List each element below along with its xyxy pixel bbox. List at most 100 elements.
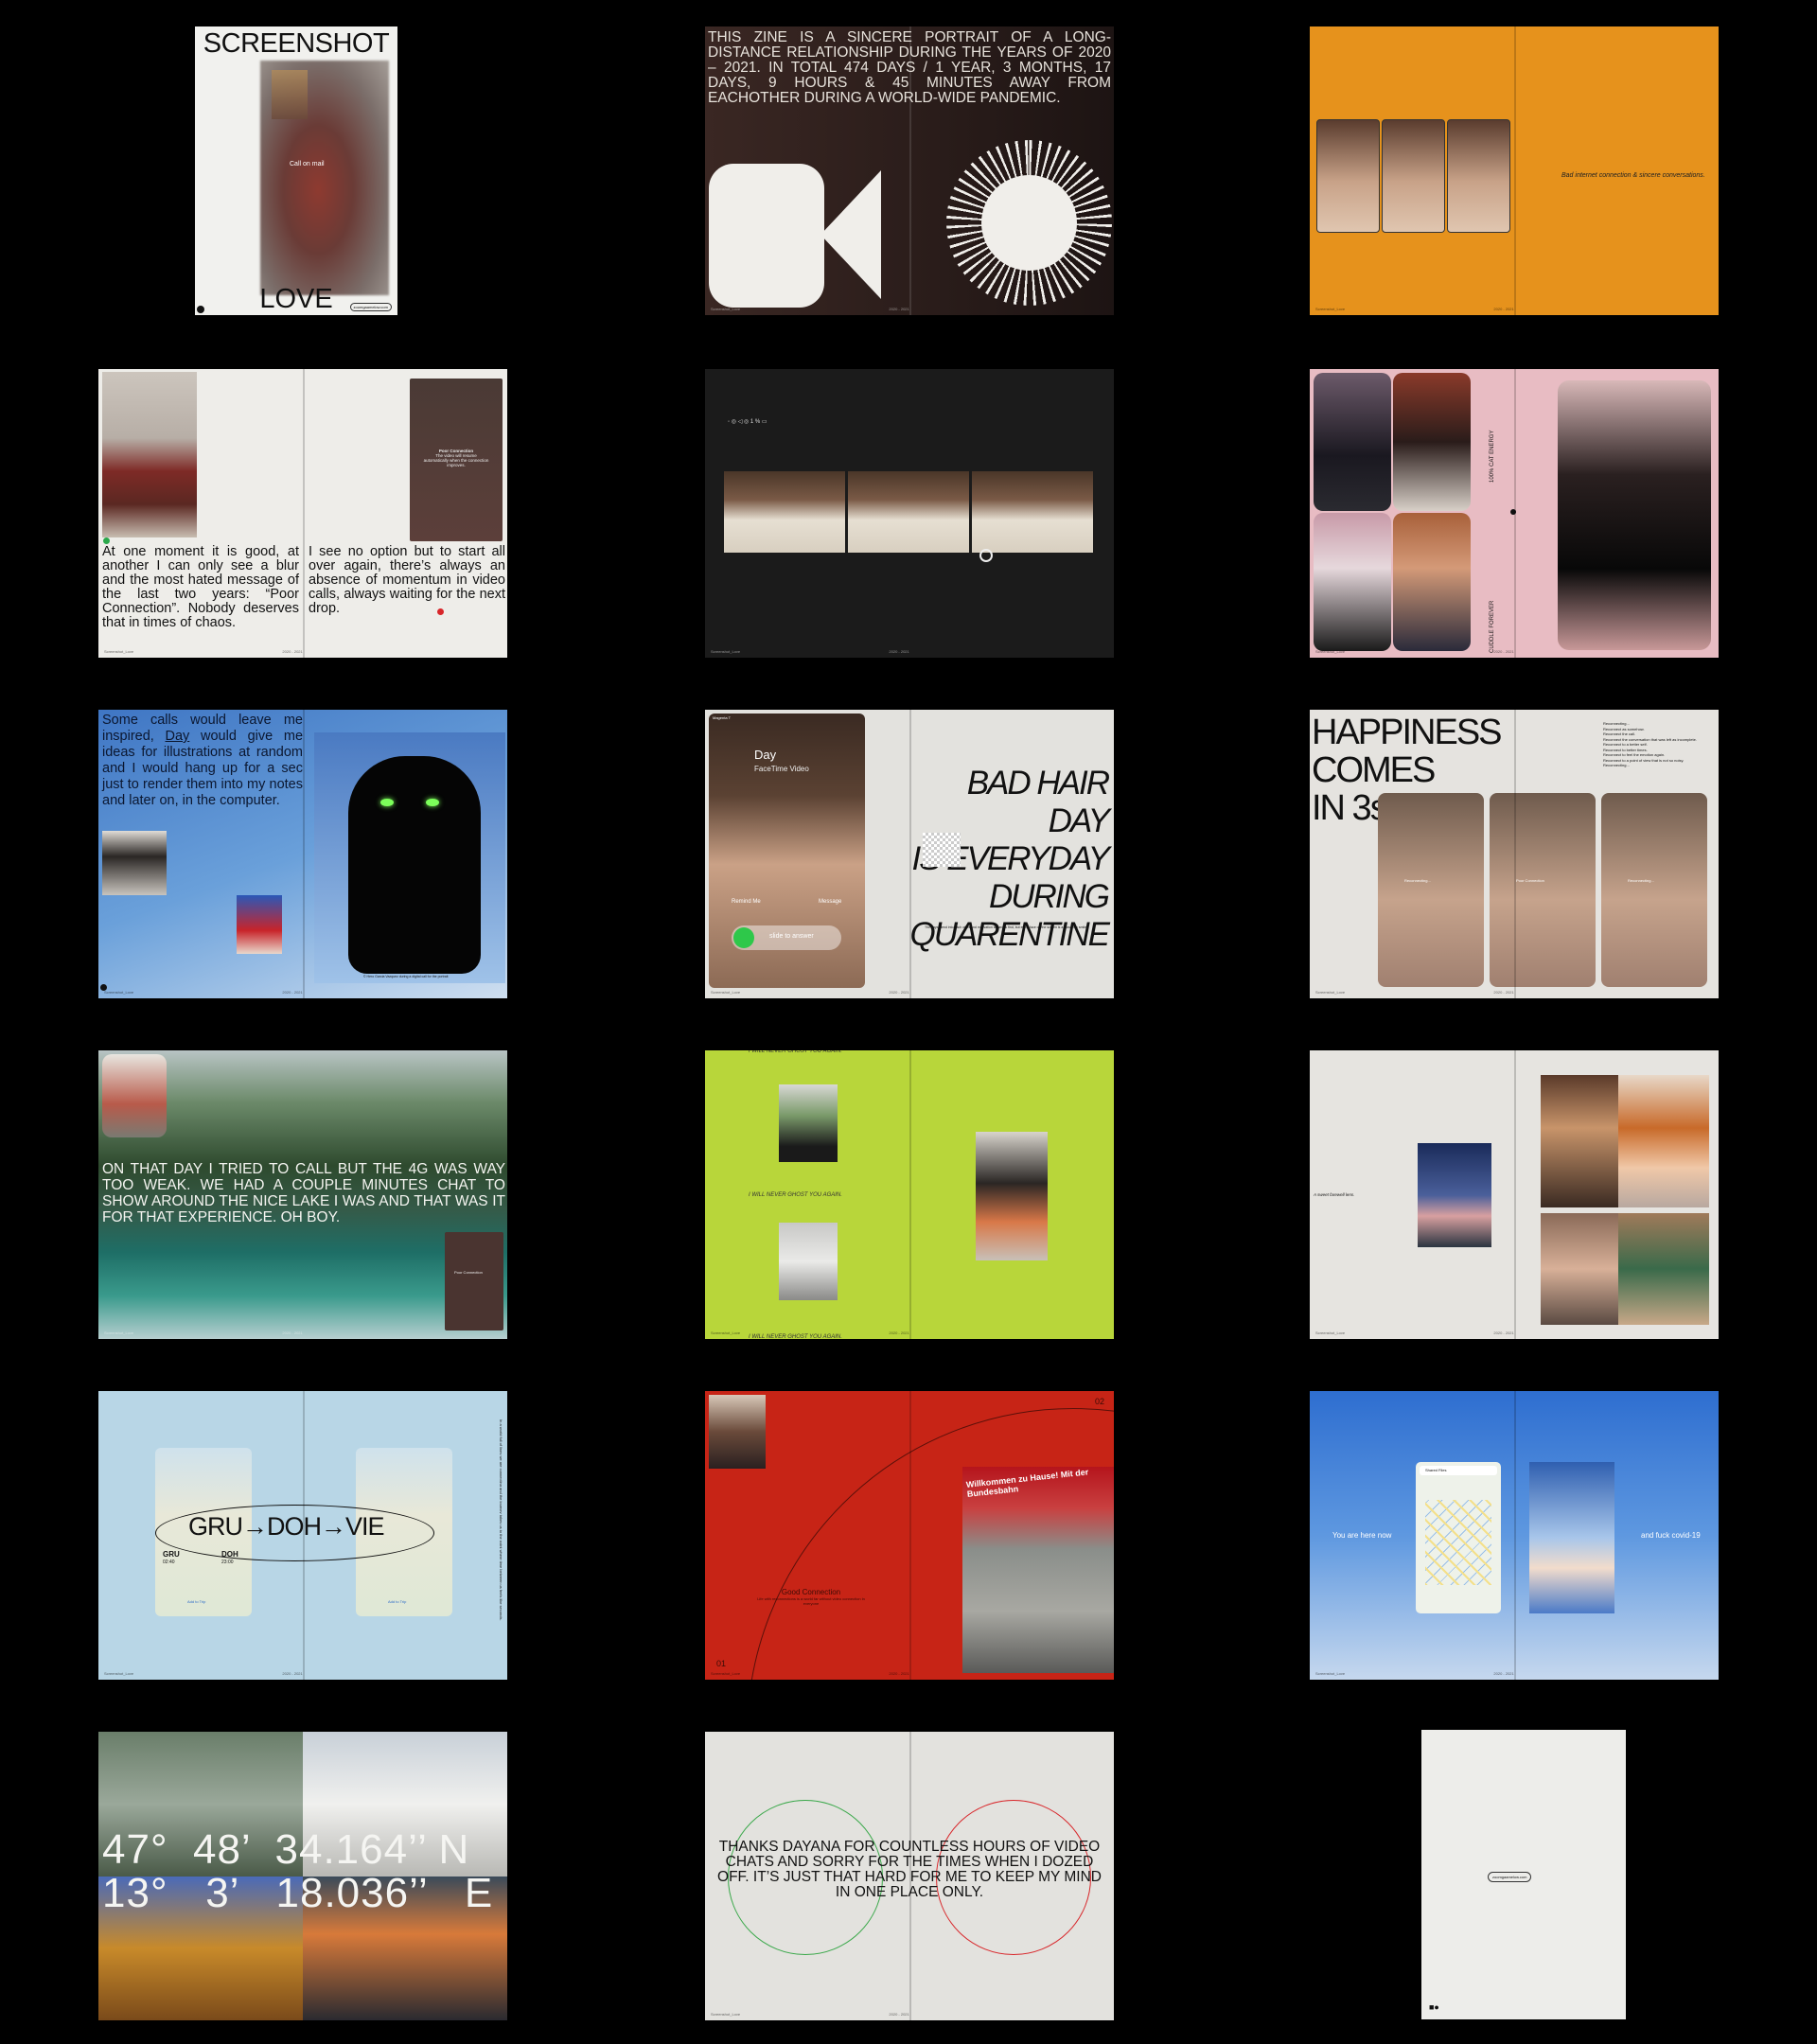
- footer-mid: 2020 - 2021: [889, 307, 909, 311]
- video-frame: [972, 471, 1093, 553]
- headline-line: QUARENTINE: [909, 916, 1110, 953]
- good-connection: Good Connection Life with reconnections …: [754, 1588, 868, 1606]
- cover-title-top: SCREENSHOT: [203, 28, 390, 59]
- page-fold: [909, 1050, 911, 1339]
- footer-mid: 2020 - 2021: [1493, 1671, 1514, 1676]
- video-camera-lens-icon: [820, 170, 881, 299]
- video-call-photo: [1382, 119, 1445, 233]
- poor-connection-screen: Poor Connection The video will resume aut…: [410, 379, 503, 541]
- collage-photo: [1618, 1213, 1709, 1325]
- footer-mid: 2020 - 2021: [282, 649, 303, 654]
- dog-photo: [102, 831, 167, 895]
- footer-left: Screenshot_Love: [711, 649, 741, 654]
- flight-arr: 23:00: [221, 1559, 234, 1565]
- cover-self-view: [272, 70, 308, 119]
- footer-mid: 2020 - 2021: [1493, 307, 1514, 311]
- lake-text: ON THAT DAY I TRIED TO CALL BUT THE 4G W…: [102, 1161, 505, 1225]
- footer-left: Screenshot_Love: [1315, 1671, 1346, 1676]
- page-fold: [909, 710, 911, 998]
- popup-body: The video will resume automatically when…: [423, 453, 489, 467]
- add-to-trip-button[interactable]: Add to Trip: [388, 1599, 406, 1604]
- spread-collage: A sweet farewell lens. Screenshot_Love 2…: [1310, 1050, 1719, 1339]
- spread-poor-connection: At one moment it is good, at another I c…: [98, 369, 507, 658]
- add-to-trip-button[interactable]: Add to Trip: [187, 1599, 205, 1604]
- footer-left: Screenshot_Love: [104, 990, 134, 995]
- footer-mid: 2020 - 2021: [282, 1671, 303, 1676]
- headline-line: BAD HAIR DAY: [966, 765, 1110, 839]
- tile-label: Reconnecting...: [1628, 878, 1654, 883]
- poor-connection-screen: Poor Connection: [445, 1232, 503, 1330]
- map-roads: [1425, 1500, 1491, 1585]
- footer-mid: 2020 - 2021: [889, 1671, 909, 1676]
- cat-eye: [380, 799, 394, 806]
- video-call-photo: [1447, 119, 1510, 233]
- caller-name: Day: [754, 748, 777, 762]
- footer-mid: 2020 - 2021: [282, 990, 303, 995]
- camera-logo-icon: ■●: [1429, 2002, 1439, 2012]
- headline-line: DURING: [988, 878, 1110, 915]
- reconnect-list: Reconnecting... Reconnect as somehow. Reco…: [1603, 721, 1697, 768]
- side-note: In a world full of lines we are connecti…: [500, 1419, 503, 1621]
- cat-eye: [426, 799, 439, 806]
- inspiration-text: Some calls would leave me inspired, Day …: [102, 713, 303, 809]
- page-number-bottom: 01: [716, 1659, 727, 1668]
- route-text: GRU→DOH→VIE: [188, 1512, 385, 1541]
- video-call-tile: Reconnecting...: [1378, 793, 1484, 987]
- tile-label: Reconnecting...: [1404, 878, 1431, 883]
- page-number-top: 02: [1094, 1397, 1104, 1406]
- phone-icon: [733, 927, 754, 948]
- footer-left: Screenshot_Love: [711, 2012, 741, 2017]
- spread-ghost: I WILL NEVER GHOST YOU AGAIN. I WILL NEV…: [705, 1050, 1114, 1339]
- keychain-photo: [237, 895, 282, 954]
- illustration-credit: © Hero Garcia Vazquez during a digital c…: [363, 975, 449, 978]
- spread-inspiration: Some calls would leave me inspired, Day …: [98, 710, 507, 998]
- page-fold: [1514, 1391, 1516, 1680]
- orange-note: Bad internet connection & sincere conver…: [1561, 172, 1705, 179]
- cat-photo: [1393, 373, 1471, 511]
- footer-left: Screenshot_Love: [104, 1330, 134, 1335]
- spread-coordinates: 47° 48’ 34.164’’ N 13° 3’ 18.036’’ E: [98, 1732, 507, 2020]
- collage-photo: [1541, 1213, 1618, 1325]
- footer-left: Screenshot_Love: [1315, 1330, 1346, 1335]
- cat-photo: [1314, 513, 1391, 651]
- remind-me-button[interactable]: Remind Me: [732, 899, 761, 905]
- footer-mid: 2020 - 2021: [889, 990, 909, 995]
- spread-you-are-here: You are here now Shared Files and fuck c…: [1310, 1391, 1719, 1680]
- map-search-input[interactable]: Shared Files: [1420, 1466, 1497, 1475]
- shoes-photo: [779, 1084, 838, 1162]
- good-body: Life with reconnections is a world far w…: [757, 1596, 865, 1606]
- page-fold: [303, 1391, 305, 1680]
- cat-photo: [1314, 373, 1391, 511]
- sunburst-center: [981, 175, 1077, 271]
- right-caption: and fuck covid-19: [1641, 1531, 1701, 1540]
- footer-left: Screenshot_Love: [711, 1330, 741, 1335]
- left-text: At one moment it is good, at another I c…: [102, 544, 299, 630]
- headline-line: HAPPINESS: [1312, 713, 1503, 752]
- page-fold: [909, 1732, 911, 2020]
- flight-from: GRU: [163, 1550, 180, 1559]
- video-call-photo: [1316, 119, 1380, 233]
- reconnect-list-item: Reconnecting...: [1603, 763, 1630, 767]
- message-button[interactable]: Message: [819, 899, 841, 905]
- status-bar-icons: ◦ ◎ ◁ ◎ 1 % ▭: [728, 419, 767, 425]
- inspiration-link[interactable]: Day: [166, 729, 190, 744]
- pip-video: [102, 1054, 167, 1137]
- flight-dep: 02:40: [163, 1559, 175, 1565]
- footer-left: Screenshot_Love: [1315, 990, 1346, 995]
- coordinates-longitude: 13° 3’ 18.036’’ E: [102, 1870, 494, 1916]
- cat-silhouette: [348, 756, 481, 974]
- spread-cats: 100% CAT ENERGY CUDDLE FOREVER Screensho…: [1310, 369, 1719, 658]
- red-dot: [437, 608, 444, 615]
- page-fold: [1514, 710, 1516, 998]
- page-fold: [909, 1391, 911, 1680]
- spread-lake: ON THAT DAY I TRIED TO CALL BUT THE 4G W…: [98, 1050, 507, 1339]
- spread-dark-strip: ◦ ◎ ◁ ◎ 1 % ▭ Screenshot_Love 2020 - 202…: [705, 369, 1114, 658]
- cover-call-label: Call on mail: [290, 161, 325, 167]
- collage-caption: A sweet farewell lens.: [1314, 1192, 1355, 1197]
- page-fold: [303, 369, 305, 658]
- facetime-incoming-call: Magenta T Day FaceTime Video Remind Me M…: [709, 714, 865, 988]
- slide-to-answer[interactable]: slide to answer: [732, 925, 841, 950]
- right-text: I see no option but to start all over ag…: [309, 544, 505, 616]
- coordinates-latitude: 47° 48’ 34.164’’ N: [102, 1826, 470, 1873]
- zine-cover: SCREENSHOT Call on mail LOVE zoomgaamelo…: [195, 26, 397, 315]
